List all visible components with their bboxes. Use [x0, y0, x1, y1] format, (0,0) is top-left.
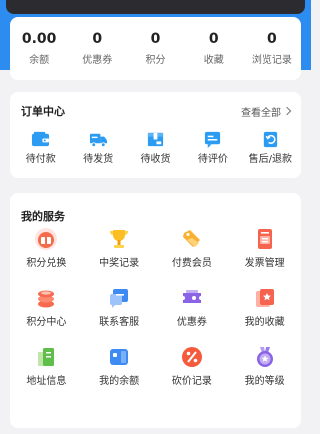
profile-banner-edge — [6, 0, 305, 14]
service-label: 付费会员 — [171, 258, 212, 269]
services-title: 我的服务 — [21, 210, 65, 223]
service-bargain-records[interactable]: 砍价记录 — [156, 345, 229, 388]
my-services-card: 我的服务 积分兑换 中奖记录 付费会员 发票管理 积分中心 联系客服 优惠券 我… — [10, 193, 301, 428]
member-tag-icon — [182, 230, 200, 247]
coupon-icon — [182, 290, 201, 303]
stat-value: 0 — [208, 30, 219, 47]
service-points-exchange[interactable]: 积分兑换 — [10, 227, 83, 270]
view-all-label: 查看全部 — [241, 107, 281, 119]
account-stats-card: 0.00 余额 0 优惠券 0 积分 0 收藏 0 浏览记录 — [10, 17, 301, 80]
service-label: 优惠券 — [176, 317, 207, 328]
service-paid-member[interactable]: 付费会员 — [156, 227, 229, 270]
service-my-balance[interactable]: 我的余额 — [83, 345, 156, 388]
stat-points[interactable]: 0 积分 — [126, 17, 184, 80]
order-after-sales[interactable]: 售后/退款 — [242, 130, 299, 166]
order-pending-receipt[interactable]: 待收货 — [127, 130, 184, 166]
stat-label: 收藏 — [203, 54, 224, 66]
stat-value: 0.00 — [21, 30, 57, 47]
package-icon — [147, 132, 164, 147]
points-exchange-icon — [35, 228, 58, 250]
bargain-icon — [181, 347, 202, 367]
service-label: 中奖记录 — [99, 258, 140, 269]
service-label: 积分兑换 — [26, 258, 67, 269]
order-center-title: 订单中心 — [21, 105, 65, 118]
truck-icon — [89, 133, 107, 148]
service-label: 我的余额 — [99, 376, 140, 387]
service-label: 我的等级 — [244, 376, 285, 387]
trophy-icon — [110, 230, 129, 248]
order-pending-payment[interactable]: 待付款 — [12, 130, 69, 166]
order-center-card: 订单中心 查看全部 待付款 待发货 待收货 待评价 售后/退款 — [10, 92, 301, 178]
level-medal-icon — [256, 347, 273, 367]
service-contact-support[interactable]: 联系客服 — [83, 286, 156, 329]
service-label: 砍价记录 — [171, 376, 212, 387]
order-status-row: 待付款 待发货 待收货 待评价 售后/退款 — [10, 130, 301, 166]
view-all-orders-link[interactable]: 查看全部 — [241, 104, 292, 119]
stat-value: 0 — [92, 30, 103, 47]
order-item-label: 待付款 — [25, 154, 56, 165]
order-item-label: 待评价 — [197, 154, 228, 165]
stat-history[interactable]: 0 浏览记录 — [243, 17, 301, 80]
service-address-info[interactable]: 地址信息 — [10, 345, 83, 388]
service-my-favorites[interactable]: 我的收藏 — [228, 286, 301, 329]
order-pending-review[interactable]: 待评价 — [184, 130, 241, 166]
favorites-icon — [255, 289, 274, 307]
service-points-center[interactable]: 积分中心 — [10, 286, 83, 329]
stat-balance[interactable]: 0.00 余额 — [10, 17, 68, 80]
service-prize-records[interactable]: 中奖记录 — [83, 227, 156, 270]
service-invoice-management[interactable]: 发票管理 — [228, 227, 301, 270]
order-center-header: 订单中心 查看全部 — [10, 92, 301, 130]
stat-label: 积分 — [145, 54, 166, 66]
service-label: 积分中心 — [26, 317, 67, 328]
service-label: 我的收藏 — [244, 317, 285, 328]
coins-stack-icon — [38, 290, 55, 308]
service-my-level[interactable]: 我的等级 — [228, 345, 301, 388]
stat-label: 优惠券 — [82, 54, 113, 66]
invoice-icon — [257, 229, 272, 249]
order-item-label: 待收货 — [140, 154, 171, 165]
balance-card-icon — [110, 349, 129, 365]
service-label: 联系客服 — [99, 317, 140, 328]
service-label: 发票管理 — [244, 258, 285, 269]
stat-label: 余额 — [29, 54, 50, 66]
chevron-right-icon — [282, 106, 292, 116]
chat-service-icon — [110, 289, 129, 308]
stat-favorites[interactable]: 0 收藏 — [185, 17, 243, 80]
services-header: 我的服务 — [10, 193, 301, 227]
refund-icon — [263, 131, 277, 148]
comment-icon — [205, 131, 221, 149]
stat-value: 0 — [150, 30, 161, 47]
stat-label: 浏览记录 — [251, 54, 292, 66]
services-grid: 积分兑换 中奖记录 付费会员 发票管理 积分中心 联系客服 优惠券 我的收藏 地… — [10, 227, 301, 388]
address-book-icon — [38, 348, 55, 366]
order-item-label: 售后/退款 — [248, 154, 293, 165]
stat-coupons[interactable]: 0 优惠券 — [68, 17, 126, 80]
order-item-label: 待发货 — [83, 154, 114, 165]
wallet-icon — [32, 131, 50, 147]
stat-value: 0 — [267, 30, 277, 47]
service-label: 地址信息 — [26, 376, 67, 387]
order-pending-shipment[interactable]: 待发货 — [69, 130, 126, 166]
service-coupons[interactable]: 优惠券 — [156, 286, 229, 329]
